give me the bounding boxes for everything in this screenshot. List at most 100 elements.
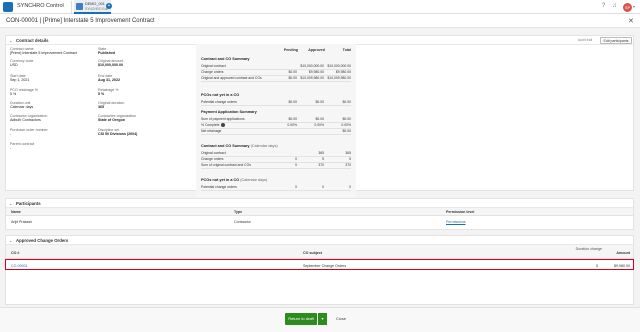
field-value: $10,000,000.00 (98, 63, 123, 68)
cell: 0 (322, 185, 324, 189)
project-name: DEMO_001 (85, 1, 105, 6)
section-title: Contract details (16, 38, 49, 43)
avatar[interactable]: SP (623, 2, 632, 12)
row-label: % Complete (201, 123, 220, 127)
cell: 365 (318, 151, 324, 155)
close-icon[interactable]: ✕ (628, 17, 634, 25)
field-value: - (10, 132, 12, 137)
app-name: SYNCHRO Control (17, 3, 64, 9)
field-contractee-organization: Contractee organization State of Oregon (98, 114, 188, 123)
field-retainage: Retainage % 5 % (98, 88, 188, 97)
chevron-down-icon[interactable]: ⌄ (9, 238, 12, 243)
field-currency-code: Currency code USD (10, 59, 95, 68)
project-icon (76, 3, 83, 10)
section-title-text: Contract and CO Summary (201, 144, 250, 148)
field-original-duration: Original duration 365 (98, 101, 188, 110)
return-to-draft-button[interactable]: Return to draft (285, 313, 317, 325)
cell: $0.00 (288, 76, 298, 80)
row-label: Original and approved contract and COs (201, 76, 262, 80)
info-icon[interactable] (221, 123, 226, 128)
field-value: Published (98, 51, 116, 56)
participants-header[interactable]: ⌄ Participants (6, 199, 633, 208)
participants-panel: ⌄ Participants Name Type Permission leve… (5, 198, 634, 230)
row-label: Original contract (201, 151, 226, 155)
cell: $0.00 (315, 117, 325, 121)
project-subtitle: SYNCHRO Edit (85, 7, 109, 11)
row-label: Change orders (201, 70, 224, 74)
field-parent-contract: Parent contract - (10, 142, 95, 151)
summary-box: Pending Approved Total Contract and CO S… (196, 44, 356, 222)
cell: $9,980.00 (308, 70, 324, 74)
edit-participants-button[interactable]: Edit participants (600, 37, 632, 44)
summary-row: Sum of original contract and COs 0 370 370 (201, 163, 351, 169)
cell: 0 (295, 163, 297, 167)
cell: 0.00% (314, 123, 324, 127)
column-header: Amount (616, 251, 630, 255)
summary-section-title: PCOs not yet in a CO (Calendar days) (201, 178, 267, 182)
cell: $10,000,000.00 (300, 64, 324, 68)
cell: $0.00 (288, 117, 298, 121)
summary-row: Potential change orders $0.00 $0.00 $0.00 (201, 100, 351, 106)
column-header: Pending (283, 48, 298, 52)
audit-trail-button[interactable]: Audit trail (572, 37, 598, 44)
contract-details-panel: ⌄ Contract details Audit trail Edit part… (5, 35, 634, 222)
divider (71, 1, 72, 13)
summary-row: Original and approved contract and COs $0… (201, 76, 351, 82)
field-contractor-organization: Contractor organization Adbulh Contractor… (10, 114, 95, 123)
cell: 5 (322, 157, 324, 161)
field-state: State Published (98, 47, 188, 56)
notification-bell-icon[interactable]: ♫ (611, 3, 618, 9)
page-title-bar: CON-00001 | [Prime] Interstate 5 Improve… (0, 14, 640, 28)
field-start-date: Start date Sep 1, 2021 (10, 74, 95, 83)
chevron-down-icon[interactable]: ⌄ (9, 38, 12, 43)
table-header: CO # CO subject Duration change Amount (6, 245, 633, 259)
field-value: - (10, 146, 12, 151)
section-title: Participants (16, 201, 41, 206)
cell: $0.00 (288, 100, 298, 104)
field-value: 5 % (10, 92, 17, 97)
column-header: Total (342, 48, 351, 52)
cell: $0.00 (342, 129, 352, 133)
permissions-link[interactable]: Permissions (446, 220, 466, 224)
field-value: Adbulh Contractors (10, 118, 41, 123)
cell: 365 (345, 151, 351, 155)
column-header: CO subject (303, 251, 322, 255)
row-label: Sum of payment applications (201, 117, 245, 121)
participant-type: Contractor (234, 220, 251, 224)
row-label: Original contract (201, 64, 226, 68)
field-original-amount: Original amount $10,000,000.00 (98, 59, 188, 68)
chevron-down-icon[interactable]: ⌄ (9, 201, 12, 206)
field-value: CSI 50 Divisions (2004) (98, 132, 138, 137)
page-title: CON-00001 | [Prime] Interstate 5 Improve… (6, 18, 155, 24)
field-value: Aug 31, 2022 (98, 78, 120, 83)
field-value: [Prime] Interstate 5 Improvement Contrac… (10, 51, 77, 56)
approved-change-orders-header[interactable]: ⌄ Approved Change Orders (6, 236, 633, 245)
approved-change-orders-panel: ⌄ Approved Change Orders CO # CO subject… (5, 235, 634, 305)
summary-section-title: Contract and CO Summary (Calendar days) (201, 144, 278, 148)
cell: 5 (349, 157, 351, 161)
cell: 0 (295, 185, 297, 189)
field-purchase-order-number: Purchase order number - (10, 128, 95, 137)
column-header: Permission level (446, 210, 475, 214)
close-button[interactable]: Close (332, 313, 350, 325)
column-header: Name (11, 210, 21, 214)
row-label: Potential change orders (201, 185, 237, 189)
field-value: USD (10, 63, 18, 68)
chevron-down-icon[interactable]: ▾ (633, 4, 635, 9)
chevron-down-icon[interactable]: ▾ (318, 313, 327, 325)
row-label: Potential change orders (201, 100, 237, 104)
table-row: Arijit Prakash Contractor Permissions (6, 217, 633, 227)
column-header: Type (234, 210, 243, 214)
cell: $10,000,000.00 (327, 64, 351, 68)
field-contract-name: Contract name [Prime] Interstate 5 Improv… (10, 47, 95, 56)
summary-row: Potential change orders 0 0 0 (201, 185, 351, 191)
section-title-text: PCOs not yet in a CO (201, 178, 240, 182)
column-header: Approved (308, 48, 325, 52)
column-header: CO # (11, 251, 20, 255)
cell: 370 (345, 163, 351, 167)
add-tab-icon[interactable]: + (106, 3, 112, 9)
field-pco-retainage: PCO retainage % 5 % (10, 88, 95, 97)
help-icon[interactable]: ? (600, 3, 607, 9)
section-title: Approved Change Orders (16, 238, 69, 243)
field-discipline-set: Discipline set CSI 50 Divisions (2004) (98, 128, 188, 137)
